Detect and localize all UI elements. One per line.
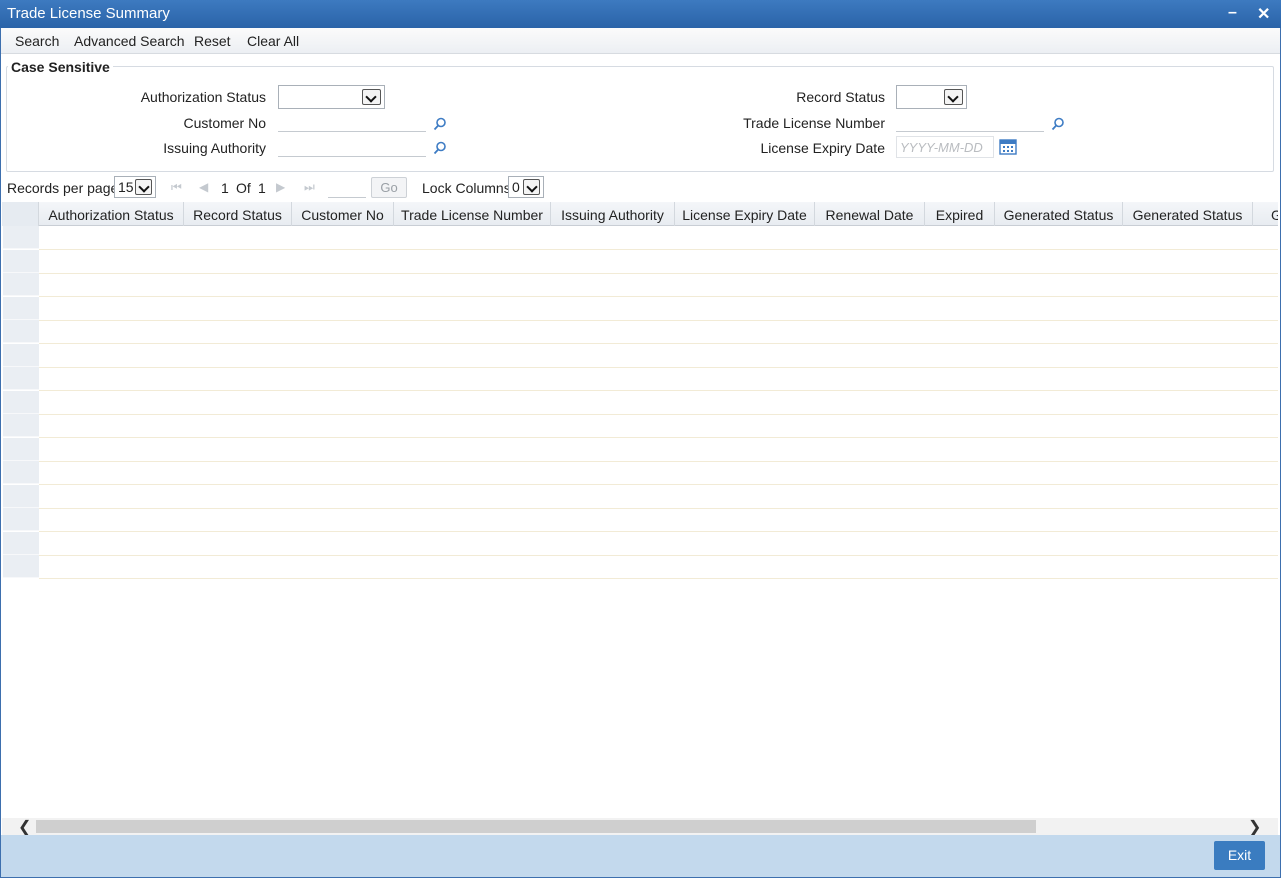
table-row[interactable] [39, 226, 1278, 250]
chevron-down-icon [523, 179, 540, 195]
record-status-select[interactable] [896, 85, 967, 109]
record-status-label: Record Status [796, 89, 885, 105]
row-selector[interactable] [3, 390, 39, 414]
chevron-down-icon [362, 89, 381, 105]
select-all-cell[interactable] [2, 202, 39, 226]
table-row[interactable] [39, 250, 1278, 274]
row-selector[interactable] [3, 249, 39, 273]
column-header-trade-license-number[interactable]: Trade License Number [394, 202, 551, 226]
column-header-record-status[interactable]: Record Status [184, 202, 292, 226]
table-row[interactable] [39, 414, 1278, 438]
row-selector[interactable] [3, 461, 39, 484]
calendar-icon[interactable] [999, 139, 1017, 155]
magnifier-icon[interactable] [433, 117, 447, 131]
window-title: Trade License Summary [7, 5, 170, 22]
scroll-left-icon[interactable]: ❮ [18, 817, 31, 837]
column-header-expired[interactable]: Expired [925, 202, 995, 226]
table-row[interactable] [39, 461, 1278, 485]
results-grid: Authorization Status Record Status Custo… [2, 202, 1278, 817]
advanced-search-button[interactable]: Advanced Search [74, 33, 185, 49]
column-header-authorization-status[interactable]: Authorization Status [39, 202, 184, 226]
table-row[interactable] [39, 273, 1278, 297]
column-header-renewal-date[interactable]: Renewal Date [815, 202, 925, 226]
footer-bar [1, 835, 1280, 877]
close-icon[interactable]: ✕ [1257, 4, 1270, 24]
search-button[interactable]: Search [15, 33, 59, 49]
records-per-page-label: Records per page [7, 180, 119, 196]
go-button[interactable]: Go [371, 177, 407, 198]
table-row[interactable] [39, 438, 1278, 462]
magnifier-icon[interactable] [1051, 117, 1065, 131]
column-header-issuing-authority[interactable]: Issuing Authority [551, 202, 675, 226]
last-page-icon[interactable]: ⏭ [304, 180, 315, 195]
customer-no-label: Customer No [183, 115, 266, 131]
table-row[interactable] [39, 320, 1278, 344]
records-per-page-select[interactable]: 15 [114, 176, 156, 198]
row-selector[interactable] [3, 273, 39, 296]
authorization-status-select[interactable] [278, 85, 385, 109]
table-row[interactable] [39, 555, 1278, 579]
column-header-generated-status[interactable]: Generated Status [995, 202, 1123, 226]
scrollbar-thumb[interactable] [36, 820, 1036, 833]
records-per-page-value: 15 [118, 179, 134, 195]
trade-license-number-label: Trade License Number [743, 115, 885, 131]
column-header-customer-no[interactable]: Customer No [292, 202, 394, 226]
first-page-icon[interactable]: ⏮ [171, 180, 182, 195]
column-header-license-expiry-date[interactable]: License Expiry Date [675, 202, 815, 226]
issuing-authority-input[interactable] [278, 135, 426, 157]
magnifier-icon[interactable] [433, 141, 447, 155]
exit-button[interactable]: Exit [1214, 841, 1265, 870]
lock-columns-select[interactable]: 0 [508, 176, 544, 198]
row-selector[interactable] [3, 414, 39, 437]
row-selector[interactable] [3, 508, 39, 531]
of-label: Of [236, 180, 251, 196]
minimize-icon[interactable]: – [1228, 4, 1237, 22]
row-selector[interactable] [3, 484, 39, 508]
row-selector[interactable] [3, 296, 39, 320]
license-expiry-date-input[interactable]: YYYY-MM-DD [896, 136, 994, 158]
total-pages: 1 [258, 180, 266, 196]
chevron-down-icon [944, 89, 963, 105]
issuing-authority-label: Issuing Authority [163, 140, 266, 156]
column-header-truncated[interactable]: G [1253, 202, 1278, 226]
table-row[interactable] [39, 344, 1278, 368]
horizontal-scrollbar[interactable]: ❮ ❯ [2, 817, 1278, 837]
go-to-page-input[interactable] [328, 178, 366, 198]
case-sensitive-legend: Case Sensitive [8, 59, 113, 75]
clear-all-button[interactable]: Clear All [247, 33, 299, 49]
row-selector[interactable] [3, 226, 39, 249]
reset-button[interactable]: Reset [194, 33, 231, 49]
customer-no-input[interactable] [278, 110, 426, 132]
chevron-down-icon [135, 179, 152, 195]
toolbar: Search Advanced Search Reset Clear All [0, 28, 1281, 54]
table-row[interactable] [39, 485, 1278, 509]
grid-header: Authorization Status Record Status Custo… [2, 202, 1278, 226]
current-page: 1 [221, 180, 229, 196]
column-header-generated-status-2[interactable]: Generated Status [1123, 202, 1253, 226]
trade-license-number-input[interactable] [896, 110, 1044, 132]
row-selector[interactable] [3, 367, 39, 390]
lock-columns-label: Lock Columns [422, 180, 511, 196]
pagination-bar: Records per page 15 ⏮ ◀ 1 Of 1 ▶ ⏭ Go Lo… [0, 175, 1281, 201]
authorization-status-label: Authorization Status [140, 89, 266, 105]
table-row[interactable] [39, 297, 1278, 321]
table-row[interactable] [39, 367, 1278, 391]
row-selector[interactable] [3, 531, 39, 555]
row-selector[interactable] [3, 555, 39, 578]
table-row[interactable] [39, 391, 1278, 415]
row-selector[interactable] [3, 320, 39, 343]
lock-columns-value: 0 [512, 179, 520, 195]
row-selector[interactable] [3, 343, 39, 367]
title-bar: Trade License Summary – ✕ [0, 0, 1281, 28]
table-row[interactable] [39, 532, 1278, 556]
next-page-icon[interactable]: ▶ [276, 180, 285, 194]
scroll-right-icon[interactable]: ❯ [1248, 817, 1261, 837]
license-expiry-date-label: License Expiry Date [760, 140, 885, 156]
row-selector[interactable] [3, 437, 39, 461]
table-row[interactable] [39, 508, 1278, 532]
previous-page-icon[interactable]: ◀ [199, 180, 208, 194]
